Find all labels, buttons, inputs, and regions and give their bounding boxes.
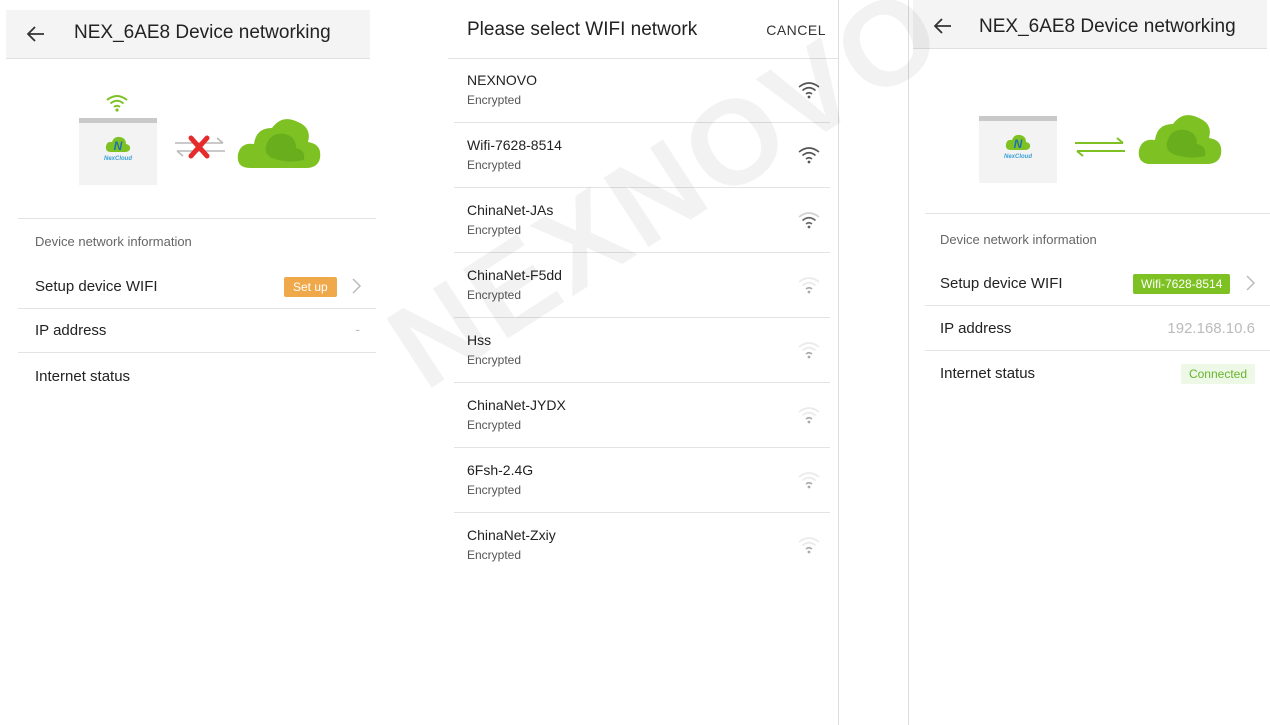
- dialog-header: Please select WIFI network CANCEL: [448, 0, 838, 59]
- back-arrow-icon: [934, 18, 951, 34]
- device-image: N NexCloud: [979, 116, 1057, 183]
- connected-badge: Connected: [1180, 364, 1255, 384]
- wifi-signal-icon: [798, 275, 820, 295]
- nexcloud-logo-text: NexCloud: [103, 156, 132, 162]
- network-security: Encrypted: [467, 483, 522, 497]
- svg-text:N: N: [114, 139, 123, 153]
- nexcloud-logo-icon: N: [105, 136, 131, 153]
- network-security: Encrypted: [467, 288, 522, 302]
- dialog-title: Please select WIFI network: [467, 19, 698, 40]
- setup-badge: Set up: [284, 277, 337, 297]
- network-security: Encrypted: [467, 158, 522, 172]
- row-label: IP address: [35, 322, 107, 339]
- wifi-network-item[interactable]: ChinaNet-F5dd Encrypted: [448, 253, 838, 318]
- row-label: Internet status: [35, 368, 131, 385]
- wifi-network-item[interactable]: ChinaNet-Zxiy Encrypted: [448, 513, 838, 578]
- wifi-network-item[interactable]: ChinaNet-JAs Encrypted: [448, 188, 838, 253]
- networking-screen-connected: NEX_6AE8 Device networking N NexCloud De…: [908, 0, 1270, 725]
- wifi-signal-icon: [798, 80, 820, 100]
- network-security: Encrypted: [467, 93, 522, 107]
- network-name: ChinaNet-JAs: [467, 202, 554, 218]
- ip-value: -: [355, 321, 360, 337]
- wifi-network-item[interactable]: ChinaNet-JYDX Encrypted: [448, 383, 838, 448]
- wifi-network-item[interactable]: Hss Encrypted: [448, 318, 838, 383]
- divider: [925, 213, 1270, 214]
- back-button[interactable]: [20, 18, 52, 50]
- network-name: 6Fsh-2.4G: [467, 462, 534, 478]
- nexcloud-logo-icon: N: [1005, 134, 1031, 151]
- app-bar: NEX_6AE8 Device networking: [6, 10, 370, 59]
- wifi-signal-icon: [798, 470, 820, 490]
- app-bar: NEX_6AE8 Device networking: [913, 0, 1267, 49]
- page-title: NEX_6AE8 Device networking: [74, 22, 331, 43]
- divider: [925, 305, 1270, 306]
- disconnected-x-icon: [175, 135, 225, 159]
- network-name: ChinaNet-Zxiy: [467, 527, 556, 543]
- wifi-select-dialog: Please select WIFI network CANCEL NEXNOV…: [448, 0, 839, 725]
- wifi-network-item[interactable]: Wifi-7628-8514 Encrypted: [448, 123, 838, 188]
- wifi-signal-icon: [798, 210, 820, 230]
- wifi-signal-icon: [798, 535, 820, 555]
- cloud-icon: [237, 119, 321, 168]
- network-name: Hss: [467, 332, 492, 348]
- network-security: Encrypted: [467, 548, 522, 562]
- svg-text:N: N: [1014, 137, 1023, 151]
- network-name: ChinaNet-F5dd: [467, 267, 562, 283]
- back-button[interactable]: [927, 10, 959, 42]
- wifi-signal-icon: [106, 95, 128, 112]
- cloud-icon: [1138, 115, 1222, 164]
- row-label: Setup device WIFI: [940, 275, 1063, 292]
- wifi-signal-icon: [798, 340, 820, 360]
- divider: [18, 218, 376, 219]
- row-label: IP address: [940, 320, 1012, 337]
- wifi-network-item[interactable]: 6Fsh-2.4G Encrypted: [448, 448, 838, 513]
- nexcloud-logo-text: NexCloud: [1003, 154, 1032, 160]
- networking-screen-disconnected: NEX_6AE8 Device networking N NexCloud De…: [0, 0, 376, 725]
- wifi-signal-icon: [798, 405, 820, 425]
- chevron-right-icon: [352, 278, 362, 294]
- network-name: ChinaNet-JYDX: [467, 397, 566, 413]
- device-image: N NexCloud: [79, 118, 157, 185]
- ip-value: 192.168.10.6: [1167, 320, 1255, 337]
- wifi-name-badge: Wifi-7628-8514: [1133, 274, 1231, 294]
- network-security: Encrypted: [467, 223, 522, 237]
- section-label: Device network information: [940, 232, 1097, 247]
- divider: [18, 352, 376, 353]
- network-name: Wifi-7628-8514: [467, 137, 562, 153]
- chevron-right-icon: [1246, 275, 1256, 291]
- section-label: Device network information: [35, 234, 192, 249]
- back-arrow-icon: [27, 26, 44, 42]
- network-name: NEXNOVO: [467, 72, 538, 88]
- row-label: Setup device WIFI: [35, 278, 158, 295]
- page-title: NEX_6AE8 Device networking: [979, 16, 1236, 37]
- cancel-button[interactable]: CANCEL: [766, 22, 826, 38]
- connection-illustration: N NexCloud: [909, 100, 1270, 200]
- connected-arrows-icon: [1075, 137, 1125, 157]
- wifi-signal-icon: [798, 145, 820, 165]
- wifi-network-item[interactable]: NEXNOVO Encrypted: [448, 58, 838, 123]
- network-security: Encrypted: [467, 353, 522, 367]
- divider: [925, 350, 1270, 351]
- row-label: Internet status: [940, 365, 1036, 382]
- connection-illustration: N NexCloud: [0, 84, 376, 185]
- network-security: Encrypted: [467, 418, 522, 432]
- divider: [18, 308, 376, 309]
